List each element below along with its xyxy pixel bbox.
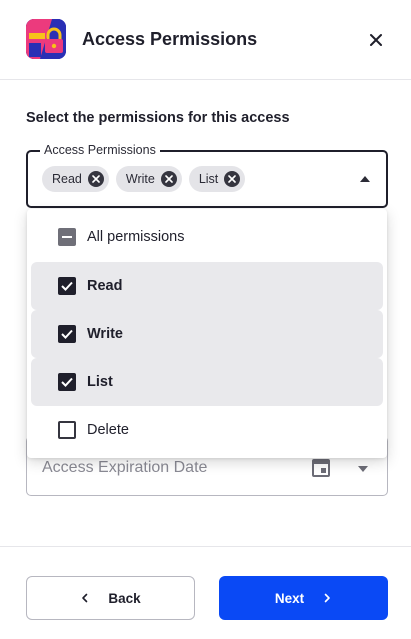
chip-label: Write (125, 172, 155, 186)
checked-checkbox-icon[interactable] (58, 277, 76, 295)
permissions-select-legend: Access Permissions (40, 143, 160, 157)
checked-checkbox-icon[interactable] (58, 325, 76, 343)
dialog-header: Access Permissions (0, 0, 411, 80)
chip-read: Read (42, 166, 109, 192)
unchecked-checkbox-icon[interactable] (58, 421, 76, 439)
option-label: Delete (87, 422, 129, 438)
dialog-title: Access Permissions (82, 29, 258, 49)
close-icon (370, 34, 382, 46)
option-read[interactable]: Read (31, 262, 383, 310)
chip-write: Write (115, 166, 182, 192)
option-label: List (87, 374, 113, 390)
option-delete[interactable]: Delete (31, 406, 383, 454)
option-label: Read (87, 278, 123, 294)
caret-down-icon[interactable] (358, 466, 368, 472)
checked-checkbox-icon[interactable] (58, 373, 76, 391)
option-label: Write (87, 326, 123, 342)
next-button[interactable]: Next (219, 576, 388, 620)
close-button[interactable] (362, 26, 390, 54)
calendar-icon[interactable] (312, 459, 330, 477)
chip-list: List (188, 166, 246, 192)
back-button-label: Back (108, 590, 141, 606)
chip-remove-icon[interactable] (224, 171, 241, 187)
chevron-right-icon (322, 593, 332, 603)
chevron-left-icon (80, 593, 90, 603)
expiration-date-placeholder: Access Expiration Date (42, 459, 208, 476)
option-all-permissions[interactable]: All permissions (31, 213, 383, 261)
indeterminate-checkbox-icon[interactable] (58, 228, 76, 246)
caret-up-icon[interactable] (360, 176, 370, 182)
dialog-footer: Back Next (0, 546, 411, 639)
option-label: All permissions (87, 229, 185, 245)
permissions-dropdown: All permissions Read Write List Delete (27, 209, 387, 458)
chip-remove-icon[interactable] (160, 171, 177, 187)
back-button[interactable]: Back (26, 576, 195, 620)
permissions-select[interactable]: Access Permissions Read Write List (26, 143, 388, 208)
padlock-app-icon (26, 19, 66, 59)
chip-label: Read (52, 172, 82, 186)
selected-chips: Read Write List (42, 166, 246, 192)
chip-remove-icon[interactable] (87, 171, 104, 187)
option-write[interactable]: Write (31, 310, 383, 358)
chip-label: List (198, 172, 219, 186)
next-button-label: Next (274, 590, 305, 606)
section-label: Select the permissions for this access (26, 110, 290, 126)
option-list[interactable]: List (31, 358, 383, 406)
